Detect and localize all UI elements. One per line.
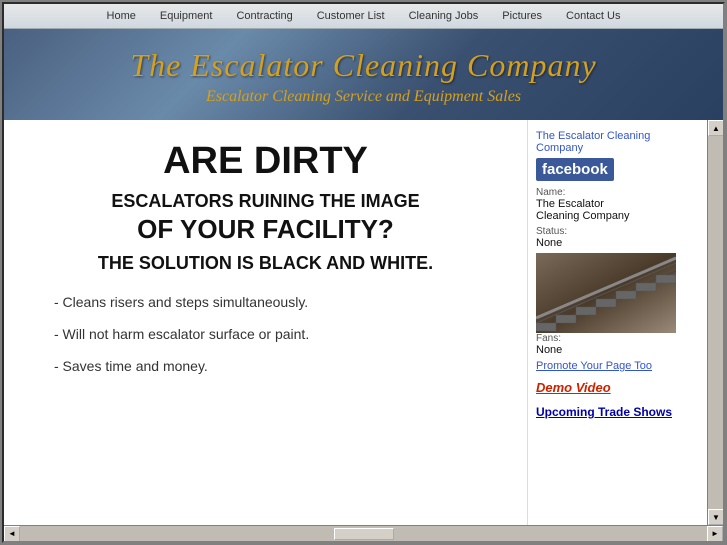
- fb-fans-label: Fans:: [536, 333, 699, 344]
- demo-video-link[interactable]: Demo Video: [536, 380, 699, 395]
- scroll-track[interactable]: [708, 136, 723, 509]
- fb-name-label: Name:: [536, 187, 699, 198]
- site-subtitle: Escalator Cleaning Service and Equipment…: [24, 88, 703, 106]
- scroll-down-button[interactable]: ▼: [708, 509, 723, 525]
- facebook-label: facebook: [542, 161, 608, 178]
- nav-bar: Home Equipment Contracting Customer List…: [4, 4, 723, 29]
- nav-contact-us[interactable]: Contact Us: [566, 10, 620, 22]
- promote-page-link[interactable]: Promote Your Page Too: [536, 360, 699, 372]
- browser-frame: Home Equipment Contracting Customer List…: [0, 0, 727, 545]
- trade-shows-link[interactable]: Upcoming Trade Shows: [536, 405, 699, 419]
- content-with-scroll: ARE DIRTY ESCALATORS RUINING THE IMAGE O…: [4, 120, 723, 525]
- headline-solution: THE SOLUTION IS BLACK AND WHITE.: [34, 253, 497, 274]
- fb-status-label: Status:: [536, 226, 699, 237]
- headline-escalators-ruining: ESCALATORS RUINING THE IMAGE: [34, 191, 497, 212]
- horizontal-scrollbar: ◄ ►: [4, 525, 723, 541]
- scroll-up-button[interactable]: ▲: [708, 120, 723, 136]
- nav-customer-list[interactable]: Customer List: [317, 10, 385, 22]
- headline-are-dirty: ARE DIRTY: [34, 140, 497, 183]
- bullet-list: - Cleans risers and steps simultaneously…: [34, 294, 497, 374]
- bullet-3: - Saves time and money.: [54, 358, 497, 374]
- bullet-2: - Will not harm escalator surface or pai…: [54, 326, 497, 342]
- browser-content: Home Equipment Contracting Customer List…: [2, 2, 725, 543]
- fb-status-value: None: [536, 237, 699, 249]
- nav-equipment[interactable]: Equipment: [160, 10, 213, 22]
- vertical-scrollbar: ▲ ▼: [707, 120, 723, 525]
- nav-pictures[interactable]: Pictures: [502, 10, 542, 22]
- facebook-badge[interactable]: facebook: [536, 158, 614, 181]
- headline-of-your-facility: OF YOUR FACILITY?: [34, 214, 497, 245]
- site-header: The Escalator Cleaning Company Escalator…: [4, 29, 723, 120]
- site-title: The Escalator Cleaning Company: [24, 47, 703, 84]
- fb-name-value: The EscalatorCleaning Company: [536, 198, 699, 222]
- fb-escalator-photo: [536, 253, 676, 333]
- h-scroll-track[interactable]: [20, 526, 707, 541]
- fb-fans-value: None: [536, 344, 699, 356]
- nav-contracting[interactable]: Contracting: [236, 10, 292, 22]
- nav-home[interactable]: Home: [107, 10, 136, 22]
- nav-cleaning-jobs[interactable]: Cleaning Jobs: [409, 10, 479, 22]
- scroll-right-button[interactable]: ►: [707, 526, 723, 542]
- main-content: ARE DIRTY ESCALATORS RUINING THE IMAGE O…: [4, 120, 707, 525]
- bullet-1: - Cleans risers and steps simultaneously…: [54, 294, 497, 310]
- sidebar-company-name[interactable]: The Escalator Cleaning Company: [536, 130, 699, 154]
- h-scroll-thumb[interactable]: [334, 528, 394, 540]
- sidebar: The Escalator Cleaning Company facebook …: [527, 120, 707, 525]
- scroll-left-button[interactable]: ◄: [4, 526, 20, 542]
- content-area: ARE DIRTY ESCALATORS RUINING THE IMAGE O…: [4, 120, 527, 525]
